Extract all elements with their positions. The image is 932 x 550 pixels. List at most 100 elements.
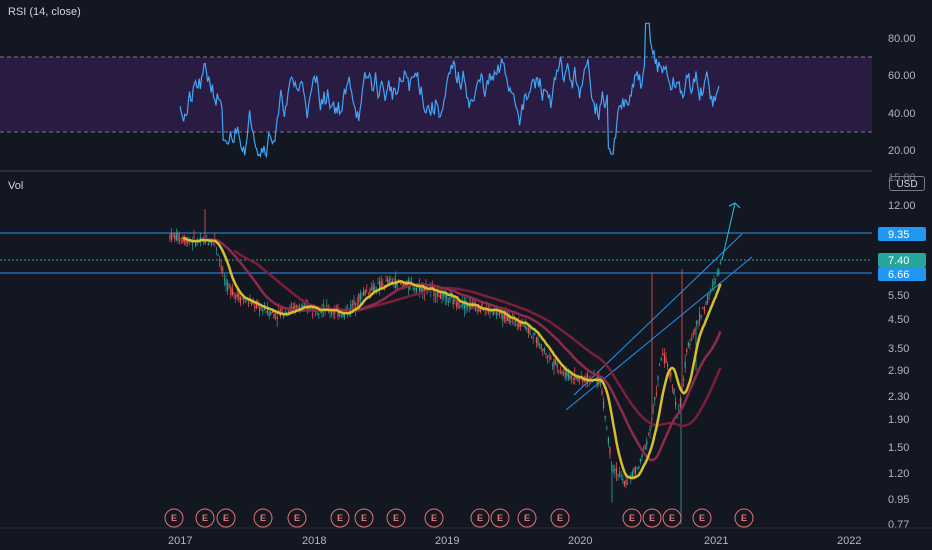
candle-body [227,282,229,291]
candle-body [233,292,235,294]
candle-body [452,298,454,305]
candle-body [220,266,222,270]
candle-body [625,480,627,484]
earnings-marker-label: E [223,513,229,523]
candle-body [671,386,673,388]
candle-body [620,475,622,477]
candle-body [516,323,518,326]
candle-body [523,324,525,326]
price-axis-label: 1.20 [888,468,909,480]
rsi-axis-label: 20.00 [888,145,916,157]
earnings-marker-label: E [699,513,705,523]
candle-body [339,313,341,316]
candle-body [455,303,457,307]
candle-body [219,259,221,261]
candle-body [662,352,664,356]
candle-body [331,312,333,313]
price-tag-935-label: 9.35 [888,229,909,241]
earnings-markers: EEEEEEEEEEEEEEEEEE [164,508,754,528]
price-tag-740-label: 7.40 [888,255,909,267]
candle-body [439,292,441,299]
currency-badge[interactable]: USD [889,176,925,191]
candle-body [367,293,369,295]
candle-body [563,371,565,374]
candle-body [412,288,414,290]
candle-body [537,337,539,347]
candle-body [222,268,224,271]
candle-body [369,288,371,294]
candle-body [534,333,536,336]
candle-body [667,364,669,368]
candle-body [239,297,241,303]
candle-body [275,314,277,316]
earnings-marker-label: E [361,513,367,523]
candle-body [387,279,389,283]
candle-body [318,314,320,316]
candle-body [715,278,717,280]
earnings-marker-label: E [741,513,747,523]
candle-body [654,397,656,401]
candle-body [372,284,374,292]
candle-body [268,311,270,316]
candle-body [459,306,461,308]
candle-body [635,467,637,474]
candle-body [619,472,621,476]
candle-body [447,301,449,303]
candle-body [225,279,227,285]
candle-body [710,289,712,292]
candle-body [531,336,533,338]
projection-arrow[interactable] [721,202,736,261]
candle-body [663,354,665,364]
channel-upper-trendline[interactable] [573,233,743,396]
moving-average-slow [233,249,722,428]
chart-canvas[interactable]: E E E E E E E E E E E E E E E E E E 80.00 60.00 40.00 20.… [0,0,932,550]
candle-body [644,444,646,450]
candle-body [609,446,611,455]
rsi-axis-label: 40.00 [888,108,916,120]
candle-body [463,304,465,309]
earnings-marker-label: E [557,513,563,523]
time-axis-label: 2019 [435,535,459,547]
candle-body [518,322,520,328]
candle-body [705,301,707,305]
candle-body [542,348,544,351]
candle-body [491,311,493,312]
candle-body [627,484,629,486]
candle-body [556,364,558,368]
earnings-marker-label: E [337,513,343,523]
channel-lower-trendline[interactable] [565,256,753,411]
candle-body [692,332,694,336]
candle-body [699,312,701,322]
candle-body [172,233,174,235]
rsi-axis-label: 60.00 [888,70,916,82]
candle-body [660,357,662,361]
candle-body [295,305,297,307]
candle-body [215,247,217,249]
candle-body [380,280,382,289]
earnings-marker-label: E [629,513,635,523]
candle-body [265,311,267,314]
candle-body [646,440,648,445]
time-axis-label: 2021 [704,535,728,547]
candle-body [209,242,211,244]
candle-body [191,242,193,245]
price-tag-666-label: 6.66 [888,269,909,281]
candle-body [174,235,176,240]
candle-body [575,377,577,379]
candle-body [649,428,651,431]
price-axis-label: 0.95 [888,494,909,506]
candle-body [244,301,246,303]
price-axis-label: 4.50 [888,314,909,326]
earnings-marker-label: E [393,513,399,523]
candle-body [297,305,299,308]
candle-body [228,285,230,287]
candle-body [255,303,257,309]
candle-body [604,416,606,419]
candle-body [217,255,219,256]
candle-body [340,315,342,317]
candle-body [230,287,232,295]
candle-body [438,295,440,297]
time-axis-label: 2018 [302,535,326,547]
price-axis-label: 1.50 [888,442,909,454]
candle-body [241,298,243,300]
